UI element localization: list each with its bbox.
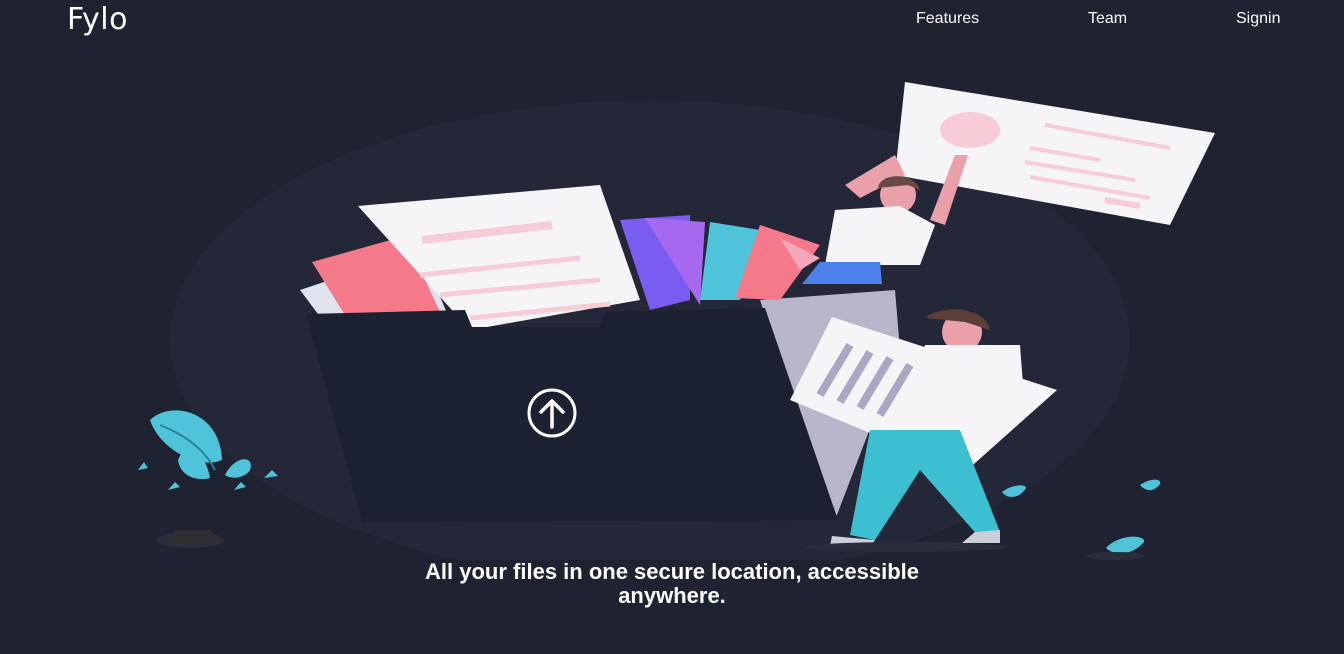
hero-tagline: All your files in one secure location, a… [425,559,919,608]
nav-link-features[interactable]: Features [916,10,979,28]
landing-page: Fylo Features Team Signin All your files… [0,0,1344,654]
leaves-right [1002,479,1161,560]
nav-link-signin[interactable]: Signin [1236,10,1280,28]
folder-front [306,308,838,522]
nav-link-team[interactable]: Team [1088,10,1127,28]
hero-illustration [138,82,1215,560]
main-nav: Features Team Signin [0,10,1344,30]
